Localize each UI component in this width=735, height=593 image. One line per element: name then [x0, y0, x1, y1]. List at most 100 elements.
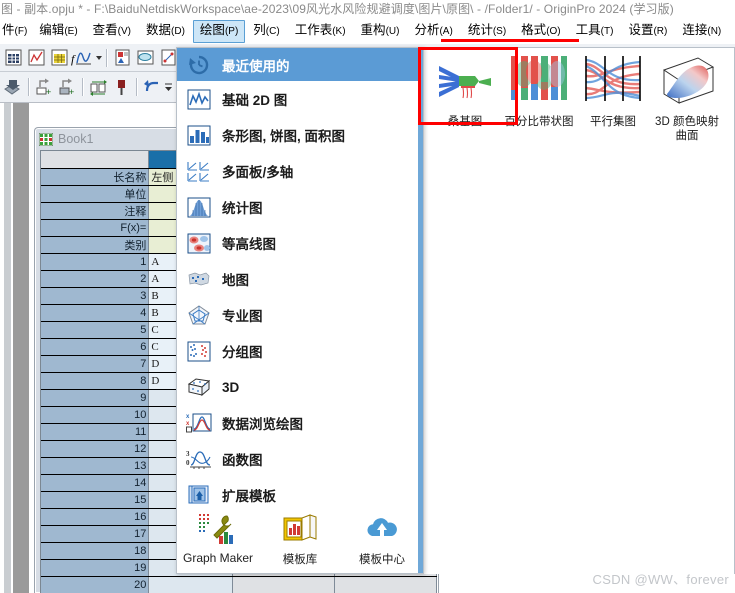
gallery-item-sankey[interactable]: 桑基图 — [430, 54, 500, 143]
data-cell-b[interactable] — [232, 576, 335, 593]
svg-text:+: + — [46, 87, 51, 97]
menu-item-restructure[interactable]: 重构(U) — [354, 20, 407, 43]
corner-header-cell[interactable] — [41, 151, 150, 169]
plot-menu-item-label: 基础 2D 图 — [222, 93, 288, 108]
plot-menu-item-map[interactable]: 地图 — [177, 261, 423, 297]
new-graph-icon[interactable] — [25, 47, 47, 69]
function-plot-dropdown-arrow[interactable] — [94, 48, 103, 68]
svg-text:x: x — [186, 414, 190, 420]
gallery-item-3d-colormap-surface[interactable]: 3D 颜色映射曲面 — [652, 54, 722, 143]
window-title: 图 - 副本.opju * - F:\BaiduNetdiskWorkspace… — [0, 0, 735, 19]
plot-menu-item-3d[interactable]: 3D — [177, 369, 423, 405]
data-cell-c[interactable] — [334, 576, 437, 593]
undo-icon[interactable] — [141, 76, 163, 98]
row-number[interactable]: 7 — [41, 355, 150, 373]
row-number[interactable]: 1 — [41, 253, 150, 271]
menu-item-preferences[interactable]: 设置(R) — [621, 20, 674, 43]
menu-item-data[interactable]: 数据(D) — [139, 20, 192, 43]
plot-menu-item-multi-panel[interactable]: 多面板/多轴 — [177, 153, 423, 189]
row-number[interactable]: 3 — [41, 287, 150, 305]
menu-label: 工具 — [575, 23, 601, 37]
add-new-row-icon[interactable]: + — [56, 76, 78, 98]
pin-icon[interactable] — [110, 76, 132, 98]
menu-item-view[interactable]: 查看(V) — [86, 20, 138, 43]
row-label-long-name[interactable]: 长名称 — [41, 168, 150, 186]
row-number[interactable]: 5 — [41, 321, 150, 339]
menu-item-connectivity[interactable]: 连接(N) — [675, 20, 728, 43]
row-number[interactable]: 20 — [41, 576, 150, 593]
origin-main-window: 图 - 副本.opju * - F:\BaiduNetdiskWorkspace… — [0, 0, 735, 593]
new-matrix-icon[interactable] — [48, 47, 70, 69]
menu-item-column[interactable]: 列(C) — [246, 20, 286, 43]
menu-item-edit[interactable]: 编辑(E) — [32, 20, 84, 43]
row-number[interactable]: 4 — [41, 304, 150, 322]
menu-item-plot[interactable]: 绘图(P) — [192, 20, 246, 43]
row-label-units[interactable]: 单位 — [41, 185, 150, 203]
row-label-comments[interactable]: 注释 — [41, 202, 150, 220]
plot-menu-right-separator — [418, 48, 423, 573]
menu-mnemonic: (A) — [439, 26, 453, 37]
window-left-gutter — [0, 103, 34, 593]
specialized-icon — [186, 303, 212, 327]
workbook-icon — [38, 132, 54, 146]
plot-menu-item-label: 统计图 — [222, 201, 263, 216]
svg-text:0: 0 — [186, 459, 190, 467]
plot-menu-item-data-browser-graph[interactable]: xx 数据浏览绘图 — [177, 405, 423, 441]
plot-menu-item-basic-2d[interactable]: 基础 2D 图 — [177, 81, 423, 117]
new-function-plot-icon[interactable]: f — [71, 47, 93, 69]
row-number[interactable]: 12 — [41, 440, 150, 458]
gallery-item-parallel-sets[interactable]: 平行集图 — [578, 54, 648, 143]
plot-menu-item-label: 专业图 — [222, 309, 263, 324]
add-new-column-icon[interactable]: + — [33, 76, 55, 98]
import-data-icon[interactable] — [2, 76, 24, 98]
menu-item-file[interactable]: 件(F) — [0, 20, 31, 43]
data-cell-a[interactable] — [148, 576, 233, 593]
parallel-sets-thumb — [583, 54, 643, 112]
row-number[interactable]: 6 — [41, 338, 150, 356]
row-label-category[interactable]: 类别 — [41, 236, 150, 254]
gallery-item-label: 百分比带状图 — [504, 116, 574, 128]
plot-menu-item-specialized[interactable]: 专业图 — [177, 297, 423, 333]
svg-text:+: + — [69, 87, 74, 97]
plot-menu-item-contour[interactable]: 等高线图 — [177, 225, 423, 261]
template-center-button[interactable]: 模板中心 — [343, 509, 421, 567]
row-number[interactable]: 16 — [41, 508, 150, 526]
row-number[interactable]: 13 — [41, 457, 150, 475]
menu-mnemonic: (U) — [385, 26, 400, 37]
new-notes-icon[interactable] — [134, 47, 156, 69]
gallery-item-label: 平行集图 — [590, 116, 636, 128]
plot-menu-item-function-plot[interactable]: 30 函数图 — [177, 441, 423, 477]
new-workbook-icon[interactable] — [2, 47, 24, 69]
gallery-item-percent-stacked-band[interactable]: 百分比带状图 — [504, 54, 574, 143]
row-label-formula[interactable]: F(x)= — [41, 219, 150, 237]
gallery-item-label: 3D 颜色映射曲面 — [655, 116, 719, 142]
bar-chart-icon — [186, 123, 212, 147]
menu-mnemonic: (N) — [707, 26, 722, 37]
new-layout-icon[interactable] — [111, 47, 133, 69]
row-number[interactable]: 10 — [41, 406, 150, 424]
row-number[interactable]: 14 — [41, 474, 150, 492]
toolbar-overflow-arrow[interactable] — [164, 77, 173, 97]
row-number[interactable]: 18 — [41, 542, 150, 560]
menu-item-worksheet[interactable]: 工作表(K) — [288, 20, 353, 43]
row-number[interactable]: 9 — [41, 389, 150, 407]
row-number[interactable]: 15 — [41, 491, 150, 509]
function-plot-icon: 30 — [186, 447, 212, 471]
menu-item-window[interactable]: 窗 — [729, 21, 735, 42]
template-library-button[interactable]: 模板库 — [261, 509, 339, 567]
row-number[interactable]: 19 — [41, 559, 150, 577]
menu-label: 连接 — [682, 23, 708, 37]
row-number[interactable]: 11 — [41, 423, 150, 441]
plot-menu-item-grouped[interactable]: 分组图 — [177, 333, 423, 369]
svg-text:x: x — [186, 421, 190, 427]
plot-menu-item-recent[interactable]: 最近使用的 — [177, 48, 423, 81]
row-number[interactable]: 2 — [41, 270, 150, 288]
menu-mnemonic: (E) — [64, 26, 78, 37]
row-number[interactable]: 8 — [41, 372, 150, 390]
plot-menu-item-statistics[interactable]: 统计图 — [177, 189, 423, 225]
plot-menu-item-bar-pie-area[interactable]: 条形图, 饼图, 面积图 — [177, 117, 423, 153]
row-number[interactable]: 17 — [41, 525, 150, 543]
swap-columns-icon[interactable] — [87, 76, 109, 98]
graph-maker-button[interactable]: Graph Maker — [179, 509, 257, 565]
menu-label: 列 — [253, 23, 266, 37]
